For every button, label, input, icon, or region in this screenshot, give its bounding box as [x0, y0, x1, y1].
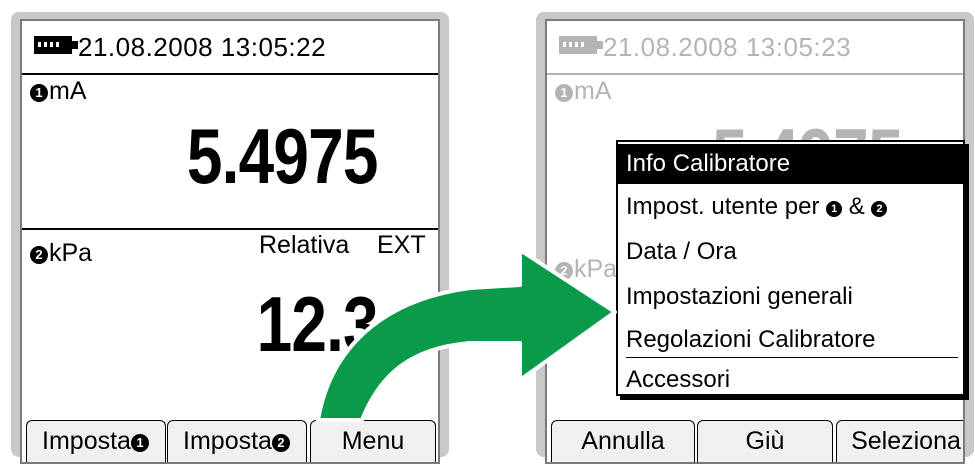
arrow-shape [316, 248, 617, 422]
transition-arrow-icon [316, 248, 617, 422]
